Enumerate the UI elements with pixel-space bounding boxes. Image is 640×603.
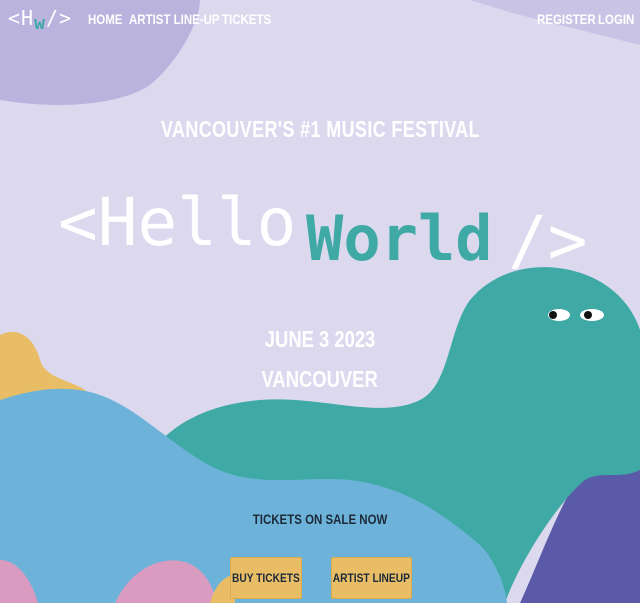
tickets-on-sale-text: TICKETS ON SALE NOW	[252, 511, 388, 527]
top-navigation: <Hw/> HOME ARTIST LINE-UP TICKETS REGIST…	[0, 0, 640, 42]
title-hello: <Hello	[58, 184, 297, 261]
artist-lineup-button[interactable]: ARTIST LINEUP	[331, 557, 412, 599]
festival-date: JUNE 3 2023	[264, 326, 376, 352]
festival-tagline: VANCOUVER'S #1 MUSIC FESTIVAL	[160, 116, 480, 142]
hello-world-title: <Hello World />	[0, 178, 640, 279]
logo-w: w	[34, 13, 46, 34]
festival-city: VANCOUVER	[261, 366, 379, 392]
hw-logo[interactable]: <Hw/>	[8, 6, 73, 34]
title-world: World	[306, 202, 493, 275]
logo-open: <H	[8, 6, 35, 30]
nav-tickets-link[interactable]: TICKETS	[222, 11, 271, 27]
logo-close: />	[45, 6, 73, 30]
nav-home-link[interactable]: HOME	[88, 11, 122, 27]
buy-tickets-button[interactable]: BUY TICKETS	[230, 557, 302, 599]
nav-artist-lineup-link[interactable]: ARTIST LINE-UP	[129, 11, 220, 27]
title-close: />	[508, 202, 588, 279]
nav-login-link[interactable]: LOGIN	[598, 11, 634, 27]
nav-register-link[interactable]: REGISTER	[537, 11, 596, 27]
